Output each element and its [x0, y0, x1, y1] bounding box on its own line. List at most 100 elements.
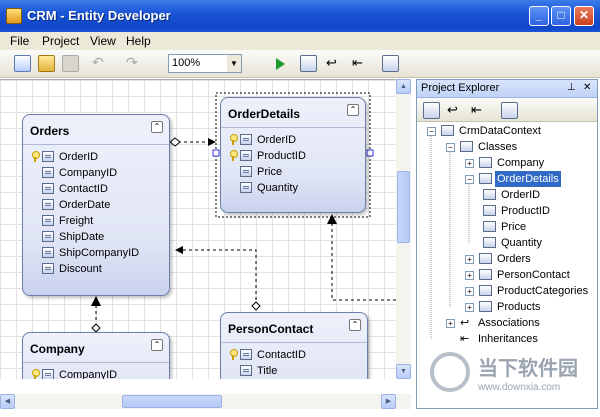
- entity-title: PersonContact: [221, 313, 367, 343]
- key-icon: [229, 134, 238, 145]
- minimize-button[interactable]: _: [529, 6, 549, 26]
- property-name: Quantity: [257, 182, 298, 194]
- property-icon: [240, 166, 252, 177]
- products-orderdetails-link: [331, 218, 396, 301]
- open-icon[interactable]: [38, 55, 55, 72]
- property-name: ShipCompanyID: [59, 247, 140, 259]
- property-icon: [42, 199, 54, 210]
- layout-icon[interactable]: [382, 55, 399, 72]
- add-class-icon[interactable]: [423, 102, 440, 119]
- diagram-vertical-scrollbar[interactable]: ▲ ▼: [396, 79, 411, 379]
- selection-handle[interactable]: [366, 149, 374, 157]
- chevron-down-icon[interactable]: ▼: [227, 55, 241, 72]
- menu-project[interactable]: Project: [42, 34, 79, 48]
- menu-file[interactable]: File: [10, 34, 29, 48]
- property-row[interactable]: CompanyID: [23, 165, 169, 181]
- property-name: ShipDate: [59, 231, 105, 243]
- collapse-icon[interactable]: ⌃: [151, 339, 163, 351]
- menu-view[interactable]: View: [90, 34, 116, 48]
- title-bar: CRM - Entity Developer _ □ ✕: [0, 0, 600, 32]
- property-row[interactable]: CompanyID: [23, 367, 169, 379]
- property-row[interactable]: OrderID: [23, 149, 169, 165]
- property-row[interactable]: ProductID: [221, 148, 365, 164]
- property-icon: [42, 369, 54, 379]
- add-inheritance-icon[interactable]: ⇤: [352, 55, 369, 72]
- property-row[interactable]: OrderDate: [23, 197, 169, 213]
- scroll-thumb[interactable]: [122, 395, 222, 408]
- add-association-icon[interactable]: ↩: [326, 55, 343, 72]
- property-icon: [42, 215, 54, 226]
- undo-icon[interactable]: ↶: [92, 55, 109, 72]
- property-name: ProductID: [257, 150, 306, 162]
- pin-icon[interactable]: ⊥: [567, 82, 576, 93]
- selection-handle[interactable]: [212, 149, 220, 157]
- add-inheritance-icon[interactable]: ⇤: [471, 102, 488, 119]
- close-panel-icon[interactable]: ✕: [583, 82, 591, 93]
- scroll-thumb[interactable]: [397, 171, 410, 243]
- key-icon: [229, 150, 238, 161]
- new-diagram-icon[interactable]: [14, 55, 31, 72]
- inheritance-icon: ⇤: [460, 333, 470, 345]
- tree-item-order-details[interactable]: − OrderDetails: [465, 171, 595, 187]
- property-name: CompanyID: [59, 369, 118, 379]
- key-icon: [31, 369, 40, 379]
- toolbar: ↶ ↷ 100% ▼ ↩ ⇤: [0, 50, 600, 78]
- entity-order-details[interactable]: OrderDetails ⌃ OrderID ProductID Price Q…: [220, 97, 366, 213]
- property-row[interactable]: Price: [221, 164, 365, 180]
- property-name: Freight: [59, 215, 94, 227]
- key-icon: [31, 151, 40, 162]
- run-icon[interactable]: [273, 57, 287, 71]
- scroll-right-icon[interactable]: ▶: [381, 394, 396, 409]
- explorer-toolbar: ↩ ⇤: [417, 98, 597, 122]
- entity-title: OrderDetails: [221, 98, 365, 128]
- contact-orders-link: [175, 246, 257, 300]
- property-name: Title: [257, 365, 278, 377]
- property-row[interactable]: ShipDate: [23, 229, 169, 245]
- property-icon: [42, 231, 54, 242]
- property-name: ContactID: [59, 183, 108, 195]
- property-row[interactable]: ShipCompanyID: [23, 245, 169, 261]
- contact-end-diamond: [251, 301, 261, 311]
- scroll-up-icon[interactable]: ▲: [396, 79, 411, 94]
- property-icon: [240, 349, 252, 360]
- menu-help[interactable]: Help: [126, 34, 151, 48]
- layout-icon[interactable]: [501, 102, 518, 119]
- property-row[interactable]: ContactID: [23, 181, 169, 197]
- entity-company[interactable]: Company ⌃ CompanyID: [22, 332, 170, 379]
- maximize-button[interactable]: □: [551, 6, 571, 26]
- collapse-icon[interactable]: ⌃: [347, 104, 359, 116]
- property-row[interactable]: OrderID: [221, 132, 365, 148]
- property-name: CompanyID: [59, 167, 118, 179]
- add-association-icon[interactable]: ↩: [447, 102, 464, 119]
- collapse-icon[interactable]: ⌃: [151, 121, 163, 133]
- entity-person-contact[interactable]: PersonContact ⌃ ContactID Title: [220, 312, 368, 379]
- save-icon[interactable]: [62, 55, 79, 72]
- window-title: CRM - Entity Developer: [27, 8, 171, 23]
- entity-orders[interactable]: Orders ⌃ OrderID CompanyID ContactID Ord…: [22, 114, 170, 296]
- property-name: OrderDate: [59, 199, 111, 211]
- entity-title: Orders: [23, 115, 169, 145]
- property-icon: [42, 247, 54, 258]
- diagram-horizontal-scrollbar[interactable]: ◀ ▶: [0, 394, 411, 409]
- property-row[interactable]: Discount: [23, 261, 169, 277]
- property-row[interactable]: Title: [221, 363, 367, 379]
- property-name: ContactID: [257, 349, 306, 361]
- property-row[interactable]: ContactID: [221, 347, 367, 363]
- redo-icon[interactable]: ↷: [126, 55, 143, 72]
- scroll-left-icon[interactable]: ◀: [0, 394, 15, 409]
- property-name: Price: [257, 166, 283, 178]
- diagram-canvas[interactable]: Orders ⌃ OrderID CompanyID ContactID Ord…: [0, 79, 396, 379]
- zoom-select[interactable]: 100% ▼: [168, 54, 242, 73]
- collapse-icon[interactable]: ⌃: [349, 319, 361, 331]
- property-icon: [42, 183, 54, 194]
- add-class-icon[interactable]: [300, 55, 317, 72]
- property-icon: [240, 134, 252, 145]
- products-orderdetails-arrow: [327, 214, 337, 224]
- property-row[interactable]: Freight: [23, 213, 169, 229]
- property-row[interactable]: Quantity: [221, 180, 365, 196]
- close-button[interactable]: ✕: [574, 6, 594, 26]
- panel-title: Project Explorer: [421, 82, 500, 94]
- entity-title: Company: [23, 333, 169, 363]
- property-name: Discount: [59, 263, 102, 275]
- scroll-down-icon[interactable]: ▼: [396, 364, 411, 379]
